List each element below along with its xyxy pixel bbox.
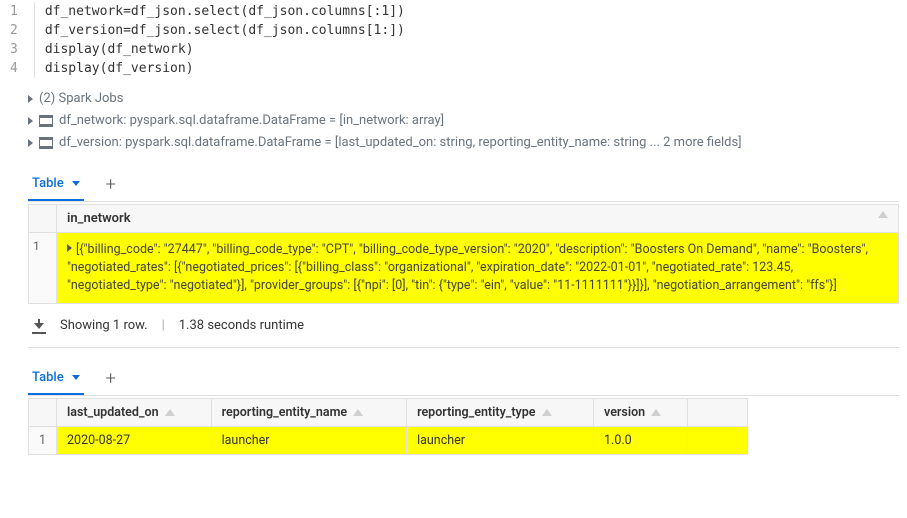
result-table-2: last_updated_on reporting_entity_name re… [28, 398, 748, 455]
runtime-label: 1.38 seconds runtime [179, 318, 304, 333]
tab-table[interactable]: Table [28, 362, 84, 395]
cell: 1.0.0 [594, 427, 688, 455]
df-network-schema[interactable]: df_network: pyspark.sql.dataframe.DataFr… [28, 110, 899, 132]
column-header[interactable]: reporting_entity_name [211, 399, 406, 427]
column-header[interactable]: last_updated_on [57, 399, 212, 427]
sort-icon [651, 409, 661, 416]
download-icon[interactable] [32, 319, 46, 333]
cell-empty [688, 427, 748, 455]
spark-jobs-label: (2) Spark Jobs [39, 88, 123, 110]
result-table-1: in_network 1 [{"billing_code": "27447", … [28, 204, 899, 304]
cell: launcher [211, 427, 406, 455]
result-tab-bar-1: Table + [28, 168, 899, 202]
column-header-in-network[interactable]: in_network [57, 205, 899, 233]
caret-icon [28, 139, 33, 147]
caret-icon [28, 117, 33, 125]
cell-in-network: [{"billing_code": "27447", "billing_code… [57, 233, 898, 303]
spark-jobs-row[interactable]: (2) Spark Jobs [28, 88, 899, 110]
sort-icon [353, 409, 363, 416]
sort-icon [542, 409, 552, 416]
sort-icon [165, 409, 175, 416]
row-number-header [29, 399, 57, 427]
code-cell: 1234 df_network=df_json.select(df_json.c… [0, 0, 907, 84]
cell-output: (2) Spark Jobs df_network: pyspark.sql.d… [0, 84, 907, 463]
cell: launcher [407, 427, 594, 455]
table-row[interactable]: 1 2020-08-27 launcher launcher 1.0.0 [29, 427, 748, 455]
table-row[interactable]: 1 [{"billing_code": "27447", "billing_co… [29, 233, 899, 304]
dataframe-icon [39, 137, 53, 149]
tab-table[interactable]: Table [28, 168, 84, 201]
add-tab-button[interactable]: + [98, 364, 124, 393]
df-version-schema[interactable]: df_version: pyspark.sql.dataframe.DataFr… [28, 132, 899, 154]
cell: 2020-08-27 [57, 427, 212, 455]
column-header[interactable]: reporting_entity_type [407, 399, 594, 427]
row-count-label: Showing 1 row. [60, 318, 148, 333]
chevron-down-icon [72, 181, 80, 186]
caret-icon [28, 95, 33, 103]
column-header[interactable]: version [594, 399, 688, 427]
result-tab-bar-2: Table + [28, 362, 899, 396]
result-footer-1: Showing 1 row. | 1.38 seconds runtime [28, 304, 899, 348]
row-index: 1 [29, 427, 57, 455]
sort-icon [878, 211, 888, 218]
column-header-empty [688, 399, 748, 427]
code-gutter: 1234 [6, 2, 35, 78]
code-editor[interactable]: df_network=df_json.select(df_json.column… [35, 2, 405, 78]
caret-icon[interactable] [67, 244, 72, 252]
dataframe-icon [39, 115, 53, 127]
chevron-down-icon [72, 375, 80, 380]
row-number-header [29, 205, 57, 233]
row-index: 1 [29, 233, 57, 304]
add-tab-button[interactable]: + [98, 170, 124, 199]
